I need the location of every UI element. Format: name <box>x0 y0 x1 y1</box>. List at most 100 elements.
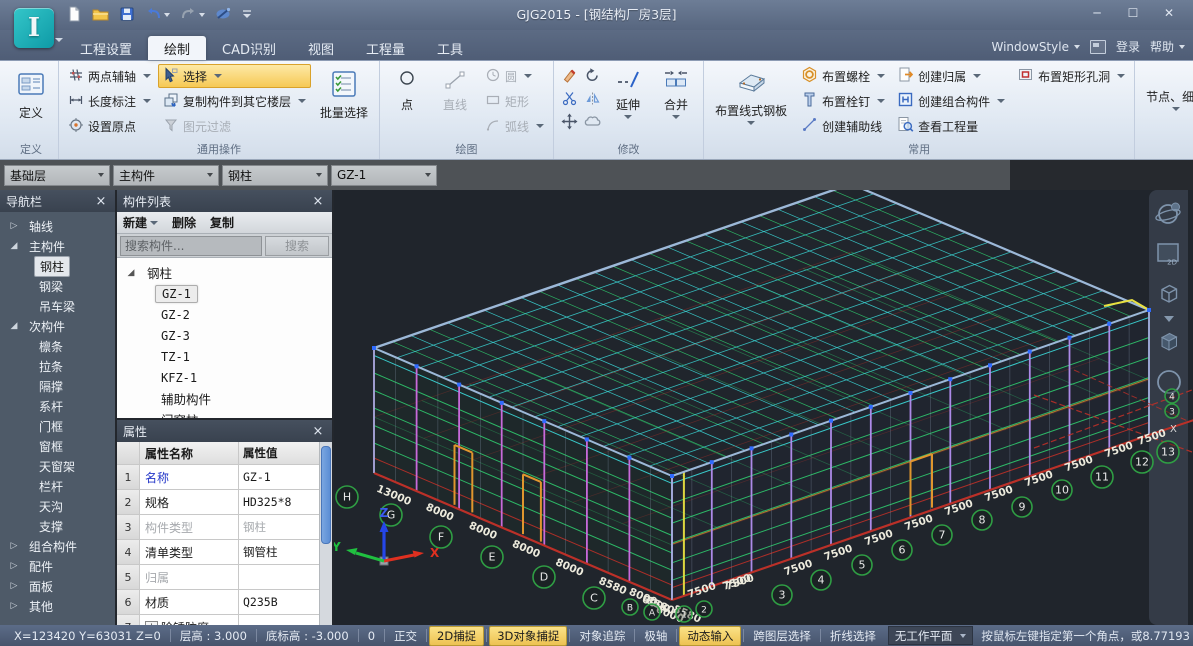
ribbon-button-节点、细部[interactable]: 节点、细部 <box>1139 64 1193 132</box>
ribbon-button-合并[interactable]: 合并 <box>653 64 699 132</box>
ribbon-button-延伸[interactable]: 延伸 <box>605 64 651 132</box>
ribbon-button-直线[interactable]: 直线 <box>432 64 478 132</box>
navigation-panel-close-icon[interactable] <box>93 193 109 209</box>
sidebar-item-次构件[interactable]: ◢次构件 <box>0 316 115 336</box>
tab-视图[interactable]: 视图 <box>292 36 350 60</box>
qat-overflow-toggle-button[interactable] <box>240 5 254 25</box>
component-item-GZ-3[interactable]: GZ-3 <box>117 325 332 346</box>
component-item-KFZ-1[interactable]: KFZ-1 <box>117 367 332 388</box>
status-toggle-正交[interactable]: 正交 <box>387 627 424 645</box>
qat-save-button[interactable] <box>117 5 137 25</box>
ribbon-tool-break-line[interactable] <box>558 89 580 111</box>
property-row-规格[interactable]: 2规格HD325*8 <box>117 490 319 515</box>
workplane-dropdown[interactable]: 无工作平面 <box>888 626 974 645</box>
qat-open-folder-button[interactable] <box>90 5 111 25</box>
viewport[interactable]: 2D 1300080008000800080008580600080008580… <box>334 190 1193 625</box>
status-toggle-2D捕捉[interactable]: 2D捕捉 <box>429 626 484 646</box>
ribbon-button-点[interactable]: 点 <box>384 64 430 132</box>
component-search-button[interactable]: 搜索 <box>265 236 329 256</box>
tab-CAD识别[interactable]: CAD识别 <box>206 36 292 60</box>
sidebar-item-吊车梁[interactable]: 吊车梁 <box>0 296 115 316</box>
minimize-button[interactable]: ─ <box>1083 4 1111 22</box>
ribbon-tool-revision-cloud[interactable] <box>581 112 603 134</box>
component-search-input[interactable]: 搜索构件... <box>120 236 262 256</box>
component-item-TZ-1[interactable]: TZ-1 <box>117 346 332 367</box>
sidebar-item-檩条[interactable]: 檩条 <box>0 336 115 356</box>
property-row-除锈防腐[interactable]: 7+除锈防腐 <box>117 615 319 625</box>
sidebar-item-拉条[interactable]: 拉条 <box>0 356 115 376</box>
ribbon-tool-move[interactable] <box>558 112 580 134</box>
help-menu[interactable]: 帮助 <box>1150 38 1185 55</box>
status-toggle-对象追踪[interactable]: 对象追踪 <box>572 627 632 645</box>
ribbon-button-创建辅助线[interactable]: 创建辅助线 <box>796 114 890 138</box>
properties-scrollbar[interactable] <box>319 442 332 625</box>
properties-scrollbar-thumb[interactable] <box>321 446 331 544</box>
ribbon-button-创建组合构件[interactable]: 创建组合构件 <box>892 89 1010 113</box>
ribbon-tool-mirror[interactable] <box>581 89 603 111</box>
ribbon-button-布置螺栓[interactable]: 布置螺栓 <box>796 64 890 88</box>
property-row-材质[interactable]: 6材质Q235B <box>117 590 319 615</box>
properties-panel-close-icon[interactable] <box>310 423 326 439</box>
property-row-清单类型[interactable]: 4清单类型钢管柱 <box>117 540 319 565</box>
window-style-menu[interactable]: WindowStyle <box>992 40 1080 54</box>
ribbon-button-定义[interactable]: 定义 <box>8 64 54 132</box>
sidebar-item-主构件[interactable]: ◢主构件 <box>0 236 115 256</box>
ribbon-button-长度标注[interactable]: 长度标注 <box>63 89 156 113</box>
sidebar-item-门框[interactable]: 门框 <box>0 416 115 436</box>
ribbon-button-复制构件到其它楼层[interactable]: 复制构件到其它楼层 <box>158 89 311 113</box>
ribbon-button-设置原点[interactable]: 设置原点 <box>63 114 156 138</box>
close-button[interactable]: ✕ <box>1155 4 1183 22</box>
component-item-辅助构件[interactable]: 辅助构件 <box>117 388 332 409</box>
property-row-名称[interactable]: 1名称GZ-1 <box>117 465 319 490</box>
ribbon-tool-rotate[interactable] <box>581 66 603 88</box>
qat-new-file-button[interactable] <box>64 5 84 25</box>
sidebar-item-组合构件[interactable]: ▷组合构件 <box>0 536 115 556</box>
layout-toggle-button[interactable] <box>1090 40 1106 54</box>
status-toggle-动态输入[interactable]: 动态输入 <box>679 626 741 646</box>
status-toggle-折线选择[interactable]: 折线选择 <box>823 627 883 645</box>
copy-component-button[interactable]: 复制 <box>210 214 234 231</box>
selector-dropdown-1[interactable]: 主构件 <box>113 165 219 186</box>
ribbon-button-弧线[interactable]: 弧线 <box>480 114 549 138</box>
qat-undo-button[interactable] <box>143 5 172 25</box>
maximize-button[interactable]: ☐ <box>1119 4 1147 22</box>
tab-工具[interactable]: 工具 <box>421 36 479 60</box>
delete-component-button[interactable]: 删除 <box>172 214 196 231</box>
ribbon-button-矩形[interactable]: 矩形 <box>480 89 549 113</box>
property-row-构件类型[interactable]: 3构件类型钢柱 <box>117 515 319 540</box>
sidebar-item-天沟[interactable]: 天沟 <box>0 496 115 516</box>
status-toggle-3D对象捕捉[interactable]: 3D对象捕捉 <box>489 626 567 646</box>
sidebar-item-配件[interactable]: ▷配件 <box>0 556 115 576</box>
sidebar-item-栏杆[interactable]: 栏杆 <box>0 476 115 496</box>
selector-dropdown-3[interactable]: GZ-1 <box>331 165 437 186</box>
ribbon-button-布置矩形孔洞[interactable]: 布置矩形孔洞 <box>1012 64 1130 88</box>
ribbon-button-两点辅轴[interactable]: 两点辅轴 <box>63 64 156 88</box>
sidebar-item-系杆[interactable]: 系杆 <box>0 396 115 416</box>
ribbon-button-查看工程量[interactable]: 查看工程量 <box>892 114 1010 138</box>
component-item-钢柱[interactable]: ◢钢柱 <box>117 262 332 283</box>
ribbon-button-图元过滤[interactable]: 图元过滤 <box>158 114 311 138</box>
viewport-canvas[interactable]: 1300080008000800080008580600080008580600… <box>334 190 1193 625</box>
sidebar-item-窗框[interactable]: 窗框 <box>0 436 115 456</box>
status-toggle-跨图层选择[interactable]: 跨图层选择 <box>746 627 818 645</box>
ribbon-tool-erase[interactable] <box>558 66 580 88</box>
status-toggle-极轴[interactable]: 极轴 <box>637 627 674 645</box>
tab-工程设置[interactable]: 工程设置 <box>64 36 148 60</box>
app-menu-button[interactable]: I <box>12 6 56 50</box>
sidebar-item-钢梁[interactable]: 钢梁 <box>0 276 115 296</box>
sidebar-item-隔撑[interactable]: 隔撑 <box>0 376 115 396</box>
qat-redo-button[interactable] <box>178 5 207 25</box>
login-button[interactable]: 登录 <box>1116 38 1140 55</box>
ribbon-button-布置栓钉[interactable]: 布置栓钉 <box>796 89 890 113</box>
sidebar-item-轴线[interactable]: ▷轴线 <box>0 216 115 236</box>
ribbon-button-批量选择[interactable]: 批量选择 <box>313 64 375 132</box>
sidebar-item-钢柱[interactable]: 钢柱 <box>0 256 115 276</box>
sidebar-item-天窗架[interactable]: 天窗架 <box>0 456 115 476</box>
property-row-归属[interactable]: 5归属 <box>117 565 319 590</box>
component-item-GZ-1[interactable]: GZ-1 <box>117 283 332 304</box>
tab-工程量[interactable]: 工程量 <box>350 36 421 60</box>
sidebar-item-面板[interactable]: ▷面板 <box>0 576 115 596</box>
ribbon-button-圆[interactable]: 圆 <box>480 64 549 88</box>
selector-dropdown-2[interactable]: 钢柱 <box>222 165 328 186</box>
sidebar-item-其他[interactable]: ▷其他 <box>0 596 115 616</box>
